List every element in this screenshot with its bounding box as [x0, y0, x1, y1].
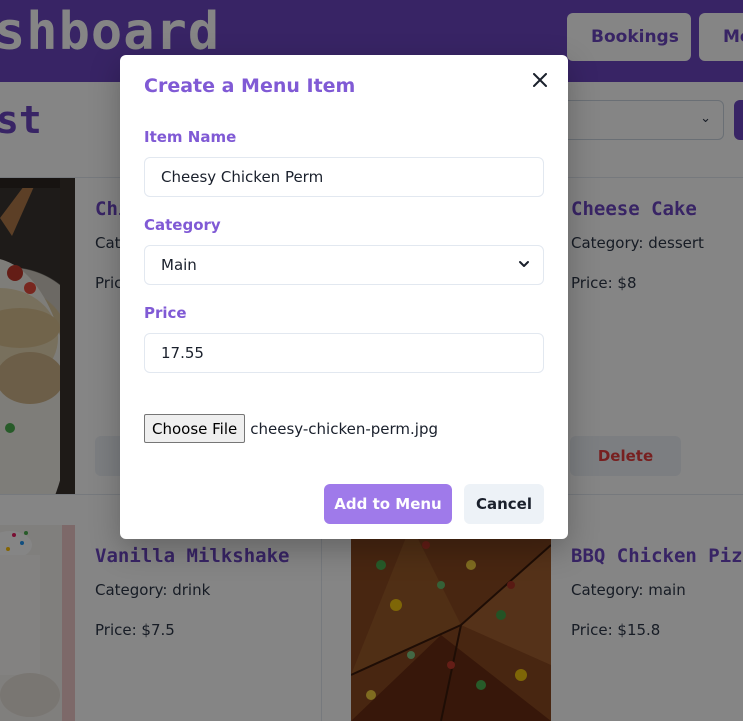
file-upload: Choose File cheesy-chicken-perm.jpg: [144, 414, 438, 443]
cancel-button[interactable]: Cancel: [464, 484, 544, 524]
price-label: Price: [144, 304, 187, 322]
add-to-menu-button[interactable]: Add to Menu: [324, 484, 452, 524]
category-select[interactable]: Main: [144, 245, 544, 285]
selected-file-name: cheesy-chicken-perm.jpg: [250, 419, 439, 438]
dialog-title: Create a Menu Item: [144, 75, 356, 97]
close-icon[interactable]: [524, 66, 556, 94]
item-name-label: Item Name: [144, 128, 237, 146]
choose-file-button[interactable]: Choose File: [144, 414, 246, 443]
chevron-down-icon: [519, 261, 529, 267]
item-name-field[interactable]: [144, 157, 544, 197]
category-label: Category: [144, 216, 221, 234]
price-field[interactable]: [144, 333, 544, 373]
category-selected-value: Main: [161, 256, 197, 274]
create-menu-item-dialog: Create a Menu Item Item Name Category Ma…: [120, 55, 568, 539]
